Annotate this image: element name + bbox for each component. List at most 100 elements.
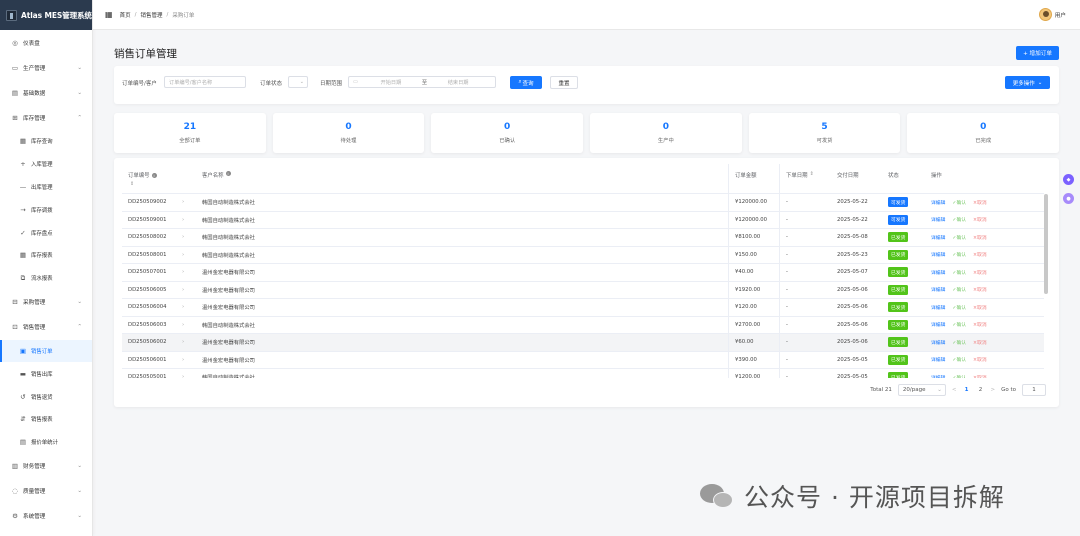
- edit-link[interactable]: 详编辑: [931, 304, 945, 311]
- table-row[interactable]: DD250506002 › 温州金宏电器有限公司 ¥60.00- 2025-05-06 已…: [122, 334, 1044, 352]
- end-date-input[interactable]: 结束日期: [433, 79, 483, 86]
- edit-link[interactable]: 详编辑: [931, 251, 945, 258]
- avatar[interactable]: [1038, 8, 1052, 21]
- sidebar-item-plus[interactable]: + 入库管理: [0, 153, 92, 176]
- apps-grid-icon[interactable]: ▦: [105, 10, 113, 19]
- cancel-link[interactable]: ×取消: [973, 234, 987, 241]
- stat-card[interactable]: 0 生产中: [590, 113, 742, 153]
- user-menu[interactable]: 用户: [1038, 8, 1066, 21]
- expand-row-icon[interactable]: ›: [174, 282, 196, 299]
- stat-card[interactable]: 0 已确认: [431, 113, 584, 153]
- page-size-select[interactable]: 20/page ⌄: [897, 384, 946, 396]
- cancel-link[interactable]: ×取消: [973, 321, 987, 328]
- confirm-link[interactable]: ✓确认: [952, 251, 966, 258]
- sidebar-item-return[interactable]: ↺ 销售退货: [0, 385, 92, 408]
- cancel-link[interactable]: ×取消: [973, 216, 987, 223]
- add-order-button[interactable]: + 增加订单: [1016, 46, 1059, 60]
- sidebar-item-check[interactable]: ✓ 库存盘点: [0, 221, 92, 244]
- expand-row-icon[interactable]: ›: [174, 334, 196, 351]
- query-button[interactable]: ⌕ 查询: [510, 76, 542, 89]
- sidebar-item-production[interactable]: ▭ 生产管理 ⌄: [0, 55, 92, 80]
- edit-link[interactable]: 详编辑: [931, 216, 945, 223]
- edit-link[interactable]: 详编辑: [931, 321, 945, 328]
- table-row[interactable]: DD250506005 › 温州金宏电器有限公司 ¥1920.00- 2025-05-0…: [122, 281, 1044, 299]
- edit-link[interactable]: 详编辑: [931, 374, 945, 378]
- table-row[interactable]: DD250506003 › 韩国自动制造株式会社 ¥2700.00- 2025-05-0…: [122, 316, 1044, 334]
- user-name[interactable]: 用户: [1055, 11, 1066, 19]
- table-row[interactable]: DD250508002 › 韩国自动制造株式会社 ¥8100.00- 2025-05-0…: [122, 229, 1044, 247]
- table-row[interactable]: DD250506004 › 温州金宏电器有限公司 ¥120.00- 2025-05-06…: [122, 299, 1044, 317]
- table-row[interactable]: DD250509001 › 韩国自动制造株式会社 ¥120000.00- 2025-05…: [122, 211, 1044, 229]
- cancel-link[interactable]: ×取消: [973, 199, 987, 206]
- col-customer[interactable]: 客户名称 i: [196, 164, 729, 193]
- cancel-link[interactable]: ×取消: [973, 251, 987, 258]
- edit-link[interactable]: 详编辑: [931, 199, 945, 206]
- sidebar-item-arrow-right[interactable]: → 库存调拨: [0, 198, 92, 221]
- stat-card[interactable]: 21 全部订单: [114, 113, 266, 153]
- table-row[interactable]: DD250509002 › 韩国自动制造株式会社 ¥120000.00- 2025-05…: [122, 194, 1044, 212]
- date-range-picker[interactable]: ▭ 开始日期 至 结束日期: [348, 76, 496, 88]
- more-actions-button[interactable]: 更多操作 ⌄: [1005, 76, 1050, 89]
- col-status[interactable]: 状态: [882, 164, 925, 193]
- sort-icon[interactable]: ⇕: [810, 171, 814, 177]
- sidebar-item-purchase[interactable]: ⊟ 采购管理 ⌄: [0, 290, 92, 315]
- start-date-input[interactable]: 开始日期: [366, 79, 416, 86]
- confirm-link[interactable]: ✓确认: [952, 286, 966, 293]
- expand-row-icon[interactable]: ›: [174, 369, 196, 378]
- expand-row-icon[interactable]: ›: [174, 194, 196, 211]
- reset-button[interactable]: 重置: [550, 76, 578, 89]
- sidebar-item-system[interactable]: ⚙ 系统管理 ⌄: [0, 504, 92, 529]
- table-row[interactable]: DD250506001 › 温州金宏电器有限公司 ¥390.00- 2025-05-05…: [122, 351, 1044, 369]
- edit-link[interactable]: 详编辑: [931, 269, 945, 276]
- status-select[interactable]: ⌄: [288, 76, 308, 88]
- page-1-button[interactable]: 1: [962, 387, 970, 393]
- sidebar-item-flow[interactable]: ⧉ 流水报表: [0, 267, 92, 290]
- sidebar-item-report[interactable]: ▦ 库存报表: [0, 244, 92, 267]
- sort-icon[interactable]: ⇕: [130, 181, 134, 187]
- sidebar-item-sales-report[interactable]: ⇵ 销售报表: [0, 408, 92, 431]
- page-2-button[interactable]: 2: [976, 387, 984, 393]
- sidebar-item-order[interactable]: ▣ 销售订单: [0, 339, 92, 363]
- floating-tools-icon[interactable]: ◆: [1063, 174, 1074, 185]
- col-amount[interactable]: 订单金额: [729, 164, 780, 193]
- sidebar-item-finance[interactable]: ▥ 财务管理 ⌄: [0, 454, 92, 479]
- cancel-link[interactable]: ×取消: [973, 286, 987, 293]
- expand-row-icon[interactable]: ›: [174, 299, 196, 316]
- confirm-link[interactable]: ✓确认: [952, 374, 966, 378]
- sidebar-item-data[interactable]: ▤ 基础数据 ⌄: [0, 80, 92, 105]
- stat-card[interactable]: 0 已完成: [907, 113, 1060, 153]
- col-delivery-date[interactable]: 交付日期: [831, 164, 882, 193]
- col-order-no[interactable]: 订单编号 i ⇕: [122, 164, 174, 193]
- sidebar-item-stats[interactable]: ▤ 报价单统计: [0, 431, 92, 454]
- sidebar-item-dashboard[interactable]: ◎ 仪表盘: [0, 30, 92, 55]
- expand-row-icon[interactable]: ›: [174, 212, 196, 229]
- confirm-link[interactable]: ✓确认: [952, 339, 966, 346]
- brand[interactable]: Atlas MES管理系统: [0, 0, 92, 30]
- next-page-button[interactable]: >: [990, 387, 995, 393]
- cancel-link[interactable]: ×取消: [973, 356, 987, 363]
- confirm-link[interactable]: ✓确认: [952, 269, 966, 276]
- table-row[interactable]: DD250507001 › 温州金宏电器有限公司 ¥40.00- 2025-05-07 已…: [122, 264, 1044, 282]
- cancel-link[interactable]: ×取消: [973, 304, 987, 311]
- edit-link[interactable]: 详编辑: [931, 356, 945, 363]
- floating-assistant-icon[interactable]: ●: [1063, 193, 1074, 204]
- table-row[interactable]: DD250505001 ›韩国自动制造株式会社¥1200.00 - 2025-05-0…: [122, 369, 1044, 378]
- stat-card[interactable]: 0 待处理: [272, 113, 425, 153]
- col-order-date[interactable]: 下单日期 ⇕: [780, 164, 831, 193]
- edit-link[interactable]: 详编辑: [931, 234, 945, 241]
- stat-card[interactable]: 5 可发货: [748, 113, 901, 153]
- sidebar-item-query[interactable]: ▦ 库存查询: [0, 130, 92, 153]
- confirm-link[interactable]: ✓确认: [952, 216, 966, 223]
- table-row[interactable]: DD250508001 › 韩国自动制造株式会社 ¥150.00- 2025-05-23…: [122, 246, 1044, 264]
- confirm-link[interactable]: ✓确认: [952, 199, 966, 206]
- confirm-link[interactable]: ✓确认: [952, 304, 966, 311]
- breadcrumb-sales[interactable]: 销售管理: [140, 11, 162, 19]
- sidebar-item-quality[interactable]: ◌ 质量管理 ⌄: [0, 479, 92, 504]
- expand-row-icon[interactable]: ›: [174, 247, 196, 264]
- sidebar-item-sales[interactable]: ⊡ 销售管理 ⌃: [0, 315, 92, 340]
- prev-page-button[interactable]: <: [952, 387, 957, 393]
- expand-row-icon[interactable]: ›: [174, 352, 196, 369]
- cancel-link[interactable]: ×取消: [973, 339, 987, 346]
- edit-link[interactable]: 详编辑: [931, 339, 945, 346]
- goto-input[interactable]: 1: [1022, 384, 1046, 396]
